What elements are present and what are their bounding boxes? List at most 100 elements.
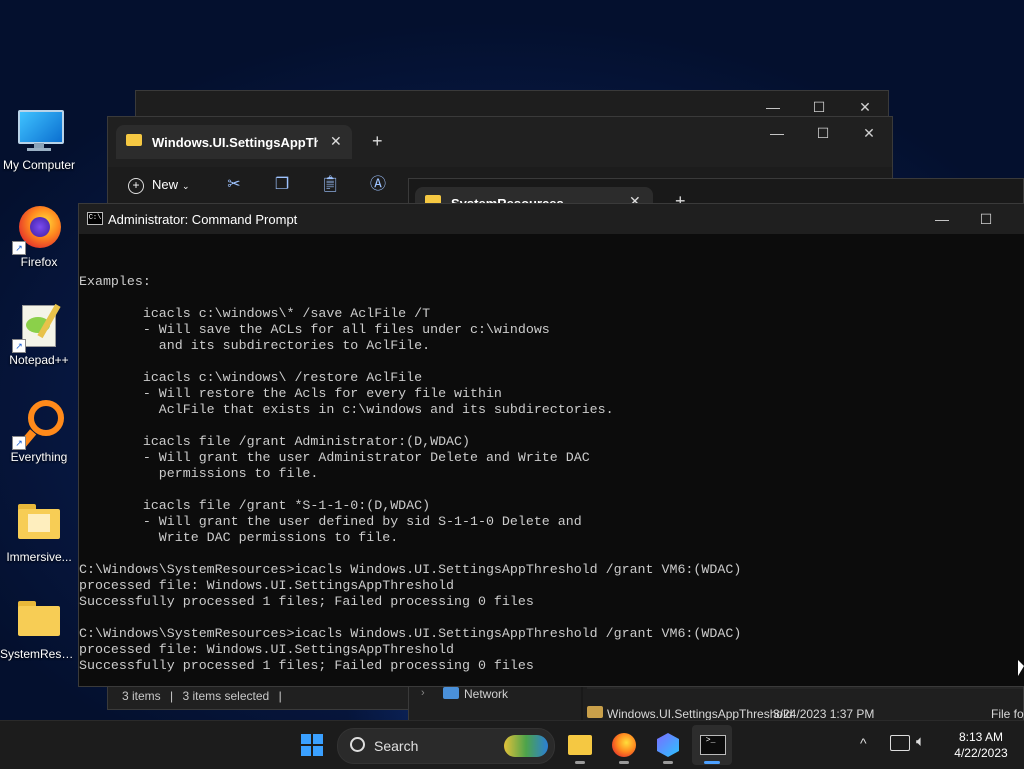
folder-icon xyxy=(16,597,62,643)
cmd-lines: Examples: icacls c:\windows\* /save AclF… xyxy=(79,274,1024,686)
cmd-line xyxy=(79,354,1024,370)
desktop-icon-label: My Computer xyxy=(2,158,76,172)
cmd-line xyxy=(79,610,1024,626)
new-button[interactable]: + New ⌄ xyxy=(128,173,190,197)
folder-icon xyxy=(126,134,142,146)
new-label: New xyxy=(152,177,179,192)
status-items: 3 items xyxy=(122,689,161,703)
cmd-line: Examples: xyxy=(79,274,151,289)
copy-icon[interactable]: ❐ xyxy=(272,175,292,195)
rename-icon[interactable]: Ⓐ xyxy=(368,175,388,195)
clock-time: 8:13 AM xyxy=(958,730,1004,744)
minimize-icon[interactable]: — xyxy=(919,204,965,234)
close-tab-icon[interactable]: ✕ xyxy=(330,133,342,150)
status-selected: 3 items selected xyxy=(182,689,270,703)
cmd-line: icacls file /grant *S-1-1-0:(D,WDAC) xyxy=(79,498,431,513)
file-date: 3/24/2023 1:37 PM xyxy=(773,707,875,721)
cmd-titlebar[interactable]: C:\ Administrator: Command Prompt — ☐ xyxy=(79,204,1024,234)
cursor-icon xyxy=(1018,660,1024,676)
cmd-line: - Will grant the user defined by sid S-1… xyxy=(79,514,582,529)
cmd-line: C:\Windows\SystemResources>icacls Window… xyxy=(79,562,742,577)
tab-settingsapp[interactable]: Windows.UI.SettingsAppThre: ✕ xyxy=(116,125,352,159)
minimize-icon[interactable]: — xyxy=(754,117,800,149)
desktop-icon-immersive-folder[interactable]: Immersive... xyxy=(0,500,78,564)
folder-icon xyxy=(587,706,603,718)
cmd-line: - Will restore the Acls for every file w… xyxy=(79,386,502,401)
search-icon xyxy=(350,737,365,752)
cmd-line: icacls file /grant Administrator:(D,WDAC… xyxy=(79,434,470,449)
magnifier-icon: ↗ xyxy=(12,400,64,450)
file-type: File fol xyxy=(991,707,1024,721)
folder-icon xyxy=(16,500,62,546)
cmd-icon: C:\ xyxy=(87,212,103,225)
desktop-icon-label: Immersive... xyxy=(6,550,72,564)
close-icon[interactable]: ✕ xyxy=(846,117,892,149)
cmd-line xyxy=(79,674,1024,686)
cmd-line: processed file: Windows.UI.SettingsAppTh… xyxy=(79,642,455,657)
desktop-icon-label: Everything xyxy=(10,450,68,464)
cmd-line: Write DAC permissions to file. xyxy=(79,530,399,545)
network-status-icon[interactable] xyxy=(890,735,910,751)
taskbar-firefox[interactable] xyxy=(604,725,644,765)
plus-icon: + xyxy=(128,177,144,194)
cmd-line: Successfully processed 1 files; Failed p… xyxy=(79,594,534,609)
terminal-icon: >_ xyxy=(700,735,726,755)
taskbar: Search >_ ^ 🔈︎ 8:13 AM 4/22/2023 xyxy=(0,720,1024,769)
desktop-icon-my-computer[interactable]: My Computer xyxy=(0,108,78,172)
cmd-line: permissions to file. xyxy=(79,466,319,481)
cmd-line xyxy=(79,290,1024,306)
file-name: Windows.UI.SettingsAppThreshold xyxy=(607,707,793,721)
desktop-icon-everything[interactable]: ↗ Everything xyxy=(0,400,78,464)
firefox-icon xyxy=(612,733,636,757)
status-separator: | xyxy=(278,689,282,703)
clock-date: 4/22/2023 xyxy=(954,746,1008,760)
cut-icon[interactable]: ✂ xyxy=(224,175,244,195)
folder-icon xyxy=(568,735,592,755)
desktop-icon-label: Firefox xyxy=(20,255,58,269)
cmd-line: AclFile that exists in c:\windows and it… xyxy=(79,402,614,417)
cmd-line: Successfully processed 1 files; Failed p… xyxy=(79,658,534,673)
cmd-output[interactable]: Examples: icacls c:\windows\* /save AclF… xyxy=(79,242,1024,686)
monitor-icon xyxy=(16,108,64,154)
maximize-icon[interactable]: ☐ xyxy=(963,204,1009,234)
cmd-line: processed file: Windows.UI.SettingsAppTh… xyxy=(79,578,455,593)
cmd-title: Administrator: Command Prompt xyxy=(108,212,298,227)
cmd-line: C:\Windows\SystemResources>icacls Window… xyxy=(79,626,742,641)
desktop-icon-notepadpp[interactable]: ↗ Notepad++ xyxy=(0,303,78,367)
new-tab-icon[interactable]: + xyxy=(372,131,383,152)
desktop-icon-systemresources-folder[interactable]: SystemReso... xyxy=(0,597,78,661)
cmd-line xyxy=(79,546,1024,562)
cmd-line: - Will save the ACLs for all files under… xyxy=(79,322,550,337)
taskbar-hexagon-app[interactable] xyxy=(648,725,688,765)
app-icon xyxy=(657,733,679,757)
volume-icon[interactable]: 🔈︎ xyxy=(916,733,925,750)
firefox-icon: ↗ xyxy=(12,205,62,255)
cmd-line: and its subdirectories to AclFile. xyxy=(79,338,431,353)
desktop-icon-firefox[interactable]: ↗ Firefox xyxy=(0,205,78,269)
search-label: Search xyxy=(374,738,419,754)
paste-icon[interactable]: 📋︎ xyxy=(320,175,340,195)
status-bar: 3 items | 3 items selected | xyxy=(122,689,288,703)
maximize-icon[interactable]: ☐ xyxy=(800,117,846,149)
nav-item-network[interactable]: Network xyxy=(464,687,508,701)
desktop-icon-label: SystemReso... xyxy=(0,647,78,661)
cmd-line xyxy=(79,482,1024,498)
taskbar-command-prompt[interactable]: >_ xyxy=(692,725,732,765)
chevron-down-icon: ⌄ xyxy=(182,181,190,191)
chevron-up-icon[interactable]: ^ xyxy=(860,735,867,751)
cmd-line: icacls c:\windows\* /save AclFile /T xyxy=(79,306,431,321)
taskbar-file-explorer[interactable] xyxy=(560,725,600,765)
cmd-line: - Will grant the user Administrator Dele… xyxy=(79,450,590,465)
search-box[interactable]: Search xyxy=(337,728,555,764)
clock[interactable]: 8:13 AM 4/22/2023 xyxy=(948,729,1014,761)
cmd-line: icacls c:\windows\ /restore AclFile xyxy=(79,370,423,385)
status-separator: | xyxy=(170,689,174,703)
search-highlight-icon xyxy=(504,735,548,757)
cmd-line xyxy=(79,418,1024,434)
chevron-right-icon[interactable]: › xyxy=(421,687,425,699)
desktop-icon-label: Notepad++ xyxy=(9,353,69,367)
command-prompt-window[interactable]: C:\ Administrator: Command Prompt — ☐ Ex… xyxy=(78,203,1024,687)
start-button[interactable] xyxy=(292,725,332,765)
notepadpp-icon: ↗ xyxy=(12,303,62,353)
tab-title: Windows.UI.SettingsAppThre: xyxy=(152,135,318,150)
